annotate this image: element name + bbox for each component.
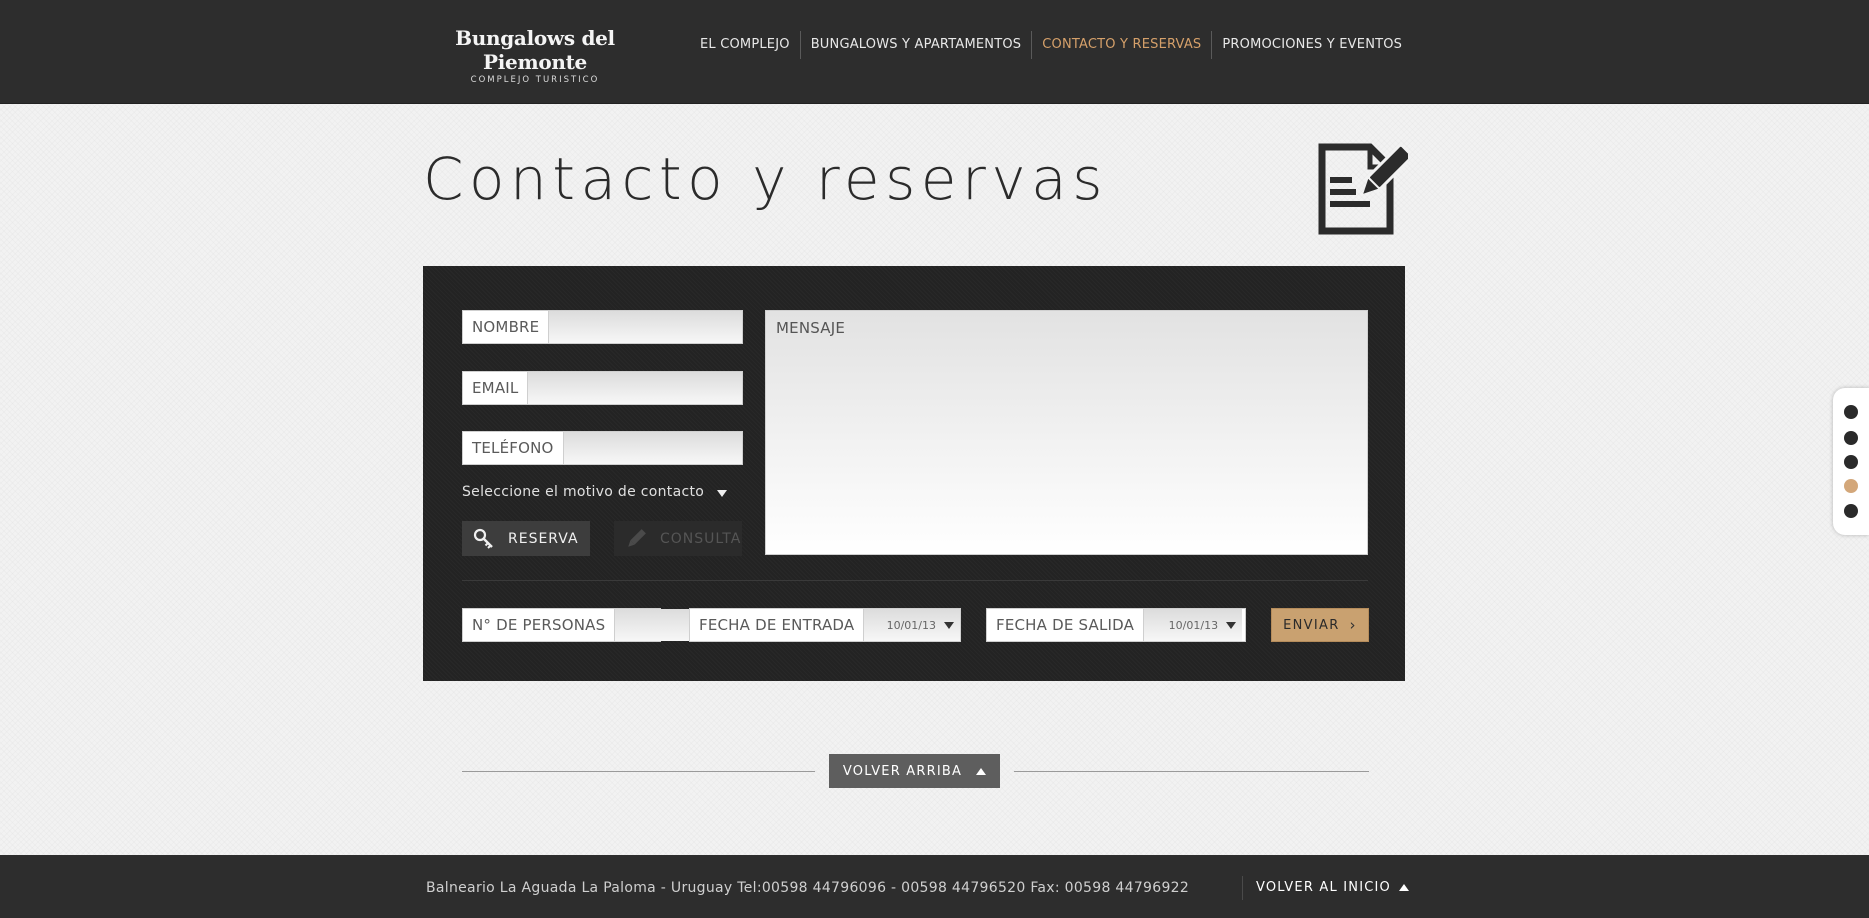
volver-inicio-button[interactable]: VOLVER AL INICIO <box>1256 880 1409 895</box>
motivo-dropdown[interactable]: Seleccione el motivo de contacto <box>462 484 728 500</box>
fecha-entrada-field: FECHA DE ENTRADA 10/01/13 <box>689 608 961 642</box>
telefono-label: TELÉFONO <box>463 432 564 464</box>
email-label: EMAIL <box>463 372 529 404</box>
contact-form-panel: NOMBRE EMAIL TELÉFONO MENSAJE Seleccione… <box>423 266 1405 681</box>
footer-contact-info: Balneario La Aguada La Paloma - Uruguay … <box>426 880 1190 896</box>
nombre-label: NOMBRE <box>463 311 550 343</box>
section-dot-4[interactable] <box>1844 479 1858 493</box>
divider-line <box>1014 771 1369 772</box>
personas-label: N° DE PERSONAS <box>463 609 616 641</box>
fecha-salida-select[interactable]: 10/01/13 <box>1144 609 1243 641</box>
volver-inicio-label: VOLVER AL INICIO <box>1256 880 1391 895</box>
edit-document-icon <box>1318 143 1408 235</box>
section-dot-5[interactable] <box>1844 504 1858 518</box>
main-nav: EL COMPLEJO BUNGALOWS Y APARTAMENTOS CON… <box>690 31 1412 59</box>
form-divider <box>462 580 1368 581</box>
fecha-salida-label: FECHA DE SALIDA <box>987 609 1145 641</box>
brand-name: Bungalows del Piemonte <box>455 26 615 74</box>
mensaje-placeholder: MENSAJE <box>776 319 846 337</box>
reserva-label: RESERVA <box>508 530 579 547</box>
personas-field: N° DE PERSONAS <box>462 608 786 642</box>
nav-item-promociones[interactable]: PROMOCIONES Y EVENTOS <box>1212 31 1412 59</box>
nav-item-el-complejo[interactable]: EL COMPLEJO <box>690 31 800 59</box>
page-title: Contacto y reservas <box>423 145 1108 213</box>
chevron-right-icon: › <box>1349 616 1357 634</box>
consulta-button[interactable]: CONSULTA <box>614 521 742 556</box>
site-header: Bungalows del Piemonte COMPLEJO TURISTIC… <box>0 0 1869 104</box>
section-dots-nav <box>1833 388 1869 535</box>
section-dot-2[interactable] <box>1844 431 1858 445</box>
pencil-icon <box>628 528 646 547</box>
brand-logo[interactable]: Bungalows del Piemonte COMPLEJO TURISTIC… <box>425 26 645 85</box>
arrow-up-icon <box>976 767 987 775</box>
keys-icon <box>473 528 493 549</box>
volver-arriba-label: VOLVER ARRIBA <box>842 763 963 779</box>
telefono-field: TELÉFONO <box>462 431 743 465</box>
consulta-label: CONSULTA <box>660 530 742 547</box>
section-dot-1[interactable] <box>1844 405 1858 419</box>
divider-line <box>462 771 815 772</box>
enviar-label: ENVIAR <box>1283 617 1340 633</box>
nombre-field: NOMBRE <box>462 310 743 344</box>
chevron-down-icon <box>1226 621 1237 629</box>
arrow-up-icon <box>1399 884 1409 891</box>
nav-item-bungalows[interactable]: BUNGALOWS Y APARTAMENTOS <box>801 31 1032 59</box>
motivo-label: Seleccione el motivo de contacto <box>462 484 705 500</box>
fecha-salida-field: FECHA DE SALIDA 10/01/13 <box>986 608 1246 642</box>
mensaje-textarea[interactable]: MENSAJE <box>765 310 1368 555</box>
fecha-entrada-label: FECHA DE ENTRADA <box>690 609 865 641</box>
section-dot-3[interactable] <box>1844 455 1858 469</box>
volver-arriba-button[interactable]: VOLVER ARRIBA <box>829 754 1000 788</box>
telefono-input[interactable] <box>563 432 742 464</box>
site-footer: Balneario La Aguada La Paloma - Uruguay … <box>0 855 1869 918</box>
brand-tagline: COMPLEJO TURISTICO <box>470 75 600 85</box>
chevron-down-icon <box>944 621 954 629</box>
email-input[interactable] <box>528 372 742 404</box>
enviar-button[interactable]: ENVIAR › <box>1271 608 1369 642</box>
nombre-input[interactable] <box>549 311 742 343</box>
reserva-button[interactable]: RESERVA <box>462 521 590 556</box>
chevron-down-icon <box>717 489 728 497</box>
fecha-entrada-select[interactable]: 10/01/13 <box>864 609 960 641</box>
fecha-entrada-value: 10/01/13 <box>886 618 936 632</box>
nav-item-contacto[interactable]: CONTACTO Y RESERVAS <box>1032 31 1211 59</box>
email-field: EMAIL <box>462 371 743 405</box>
footer-divider <box>1242 876 1243 900</box>
fecha-salida-value: 10/01/13 <box>1168 618 1219 632</box>
